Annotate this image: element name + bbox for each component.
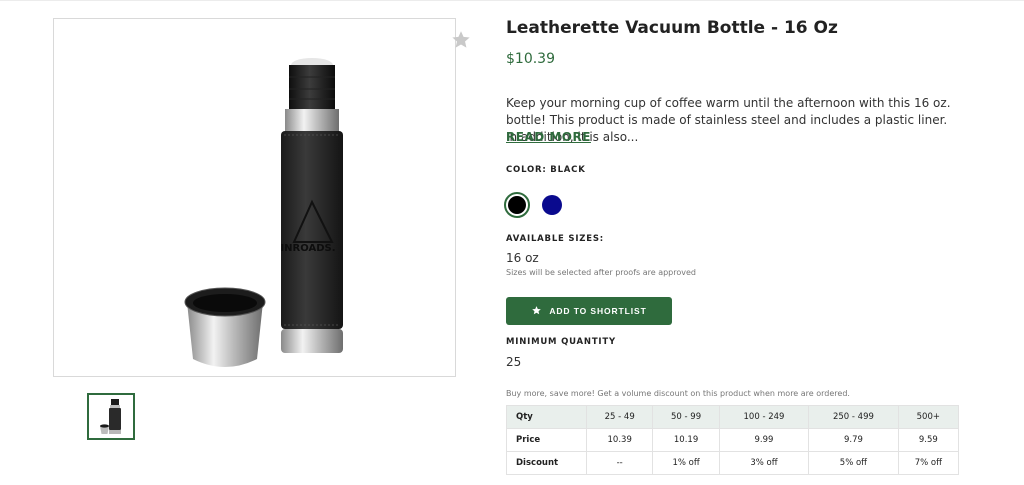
product-title: Leatherette Vacuum Bottle - 16 Oz [506, 18, 838, 38]
table-row-price: Price 10.39 10.19 9.99 9.79 9.59 [506, 428, 960, 452]
table-cell: 9.59 [897, 428, 960, 452]
table-header-cell: 500+ [897, 405, 960, 429]
table-cell: 1% off [652, 451, 720, 475]
thumbnail-bottle-image [100, 399, 121, 434]
top-divider [0, 0, 1024, 1]
table-cell: 9.79 [808, 428, 899, 452]
favorite-star-icon[interactable] [450, 29, 472, 51]
table-row-discount: Discount -- 1% off 3% off 5% off 7% off [506, 451, 960, 475]
available-sizes-label: AVAILABLE SIZES: [506, 234, 604, 244]
table-cell: 10.19 [652, 428, 720, 452]
read-more-link[interactable]: READ MORE [506, 130, 591, 144]
table-header-cell: 250 - 499 [808, 405, 899, 429]
minimum-quantity-value: 25 [506, 355, 522, 369]
table-header-cell: 50 - 99 [652, 405, 720, 429]
swatch-navy-dot [542, 195, 562, 215]
table-cell: 3% off [718, 451, 810, 475]
table-header-cell: 100 - 249 [718, 405, 810, 429]
star-icon [531, 304, 542, 319]
volume-pricing-table: Qty 25 - 49 50 - 99 100 - 249 250 - 499 … [506, 405, 960, 475]
add-to-shortlist-button[interactable]: ADD TO SHORTLIST [506, 297, 672, 325]
table-cell: -- [585, 451, 654, 475]
table-cell: Discount [506, 451, 587, 475]
swatch-black-dot [508, 196, 526, 214]
product-thumbnail[interactable] [87, 393, 135, 440]
table-cell: Price [506, 428, 587, 452]
table-cell: 9.99 [718, 428, 810, 452]
product-price: $10.39 [506, 51, 555, 67]
table-header-cell: Qty [506, 405, 587, 429]
color-swatch-navy[interactable] [539, 192, 565, 218]
volume-discount-note: Buy more, save more! Get a volume discou… [506, 389, 850, 398]
vacuum-bottle-image: INROADS. [184, 58, 343, 367]
bottle-imprint-text: INROADS. [280, 243, 335, 254]
minimum-quantity-label: MINIMUM QUANTITY [506, 337, 616, 347]
size-note: Sizes will be selected after proofs are … [506, 268, 696, 277]
table-cell: 7% off [897, 451, 960, 475]
main-product-image: INROADS. [53, 18, 470, 377]
color-swatch-black[interactable] [504, 192, 530, 218]
table-header-row: Qty 25 - 49 50 - 99 100 - 249 250 - 499 … [506, 405, 960, 429]
table-cell: 10.39 [585, 428, 654, 452]
table-cell: 5% off [808, 451, 899, 475]
size-value: 16 oz [506, 251, 539, 265]
table-header-cell: 25 - 49 [585, 405, 654, 429]
add-to-shortlist-label: ADD TO SHORTLIST [549, 306, 647, 316]
color-label: COLOR: BLACK [506, 165, 586, 175]
